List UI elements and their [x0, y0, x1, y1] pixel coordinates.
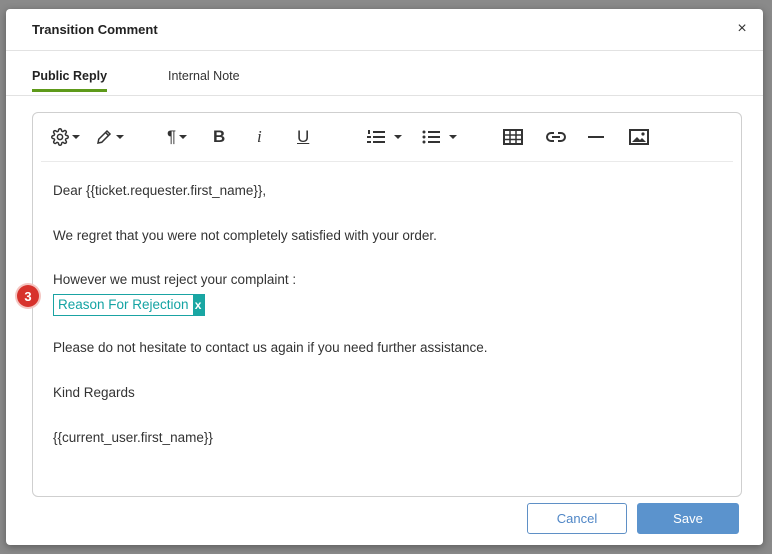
modal-title: Transition Comment	[32, 22, 158, 37]
step-badge: 3	[17, 285, 39, 307]
editor-toolbar: ¶ B i U	[41, 113, 733, 162]
italic-icon[interactable]: i	[257, 127, 262, 147]
paragraph-glyph: ¶	[167, 127, 177, 146]
ordered-list-icon[interactable]	[366, 127, 402, 147]
placeholder-chip[interactable]: Reason For Rejection x	[53, 294, 205, 316]
pen-icon[interactable]	[95, 127, 124, 147]
cancel-button[interactable]: Cancel	[527, 503, 627, 534]
greeting-line: Dear {{ticket.requester.first_name}},	[53, 183, 267, 198]
horizontal-rule-icon[interactable]	[587, 127, 605, 147]
save-button[interactable]: Save	[637, 503, 739, 534]
bold-glyph: B	[213, 127, 226, 146]
body-line-2: However we must reject your complaint :	[53, 272, 297, 287]
paragraph-icon[interactable]: ¶	[167, 127, 188, 147]
underline-glyph: U	[297, 127, 310, 146]
unordered-list-icon[interactable]	[421, 127, 457, 147]
gear-icon[interactable]	[51, 127, 80, 147]
chevron-down-icon	[116, 135, 124, 139]
tab-internal-note[interactable]: Internal Note	[168, 69, 240, 91]
transition-comment-modal: Transition Comment × Public Reply Intern…	[6, 9, 763, 545]
close-icon[interactable]: ×	[733, 20, 751, 38]
rich-text-editor[interactable]: ¶ B i U Dear {{ticket.requester.first_na…	[32, 112, 742, 497]
table-icon[interactable]	[503, 127, 523, 147]
link-icon[interactable]	[545, 127, 567, 147]
body-line-3: Please do not hesitate to contact us aga…	[53, 340, 488, 355]
placeholder-chip-label: Reason For Rejection	[58, 297, 189, 312]
chevron-down-icon	[179, 135, 188, 139]
tab-public-reply[interactable]: Public Reply	[32, 69, 108, 92]
modal-header: Transition Comment ×	[6, 9, 763, 51]
italic-glyph: i	[257, 127, 262, 146]
underline-icon[interactable]: U	[297, 127, 309, 147]
chevron-down-icon	[394, 135, 402, 139]
remove-placeholder-button[interactable]: x	[192, 295, 204, 315]
chevron-down-icon	[72, 135, 80, 139]
chevron-down-icon	[449, 135, 457, 139]
signature-line: {{current_user.first_name}}	[53, 430, 213, 445]
image-icon[interactable]	[629, 127, 649, 147]
signoff-line: Kind Regards	[53, 385, 135, 400]
tab-bar: Public Reply Internal Note	[6, 59, 763, 96]
bold-icon[interactable]: B	[213, 127, 225, 147]
body-line-1: We regret that you were not completely s…	[53, 228, 437, 243]
